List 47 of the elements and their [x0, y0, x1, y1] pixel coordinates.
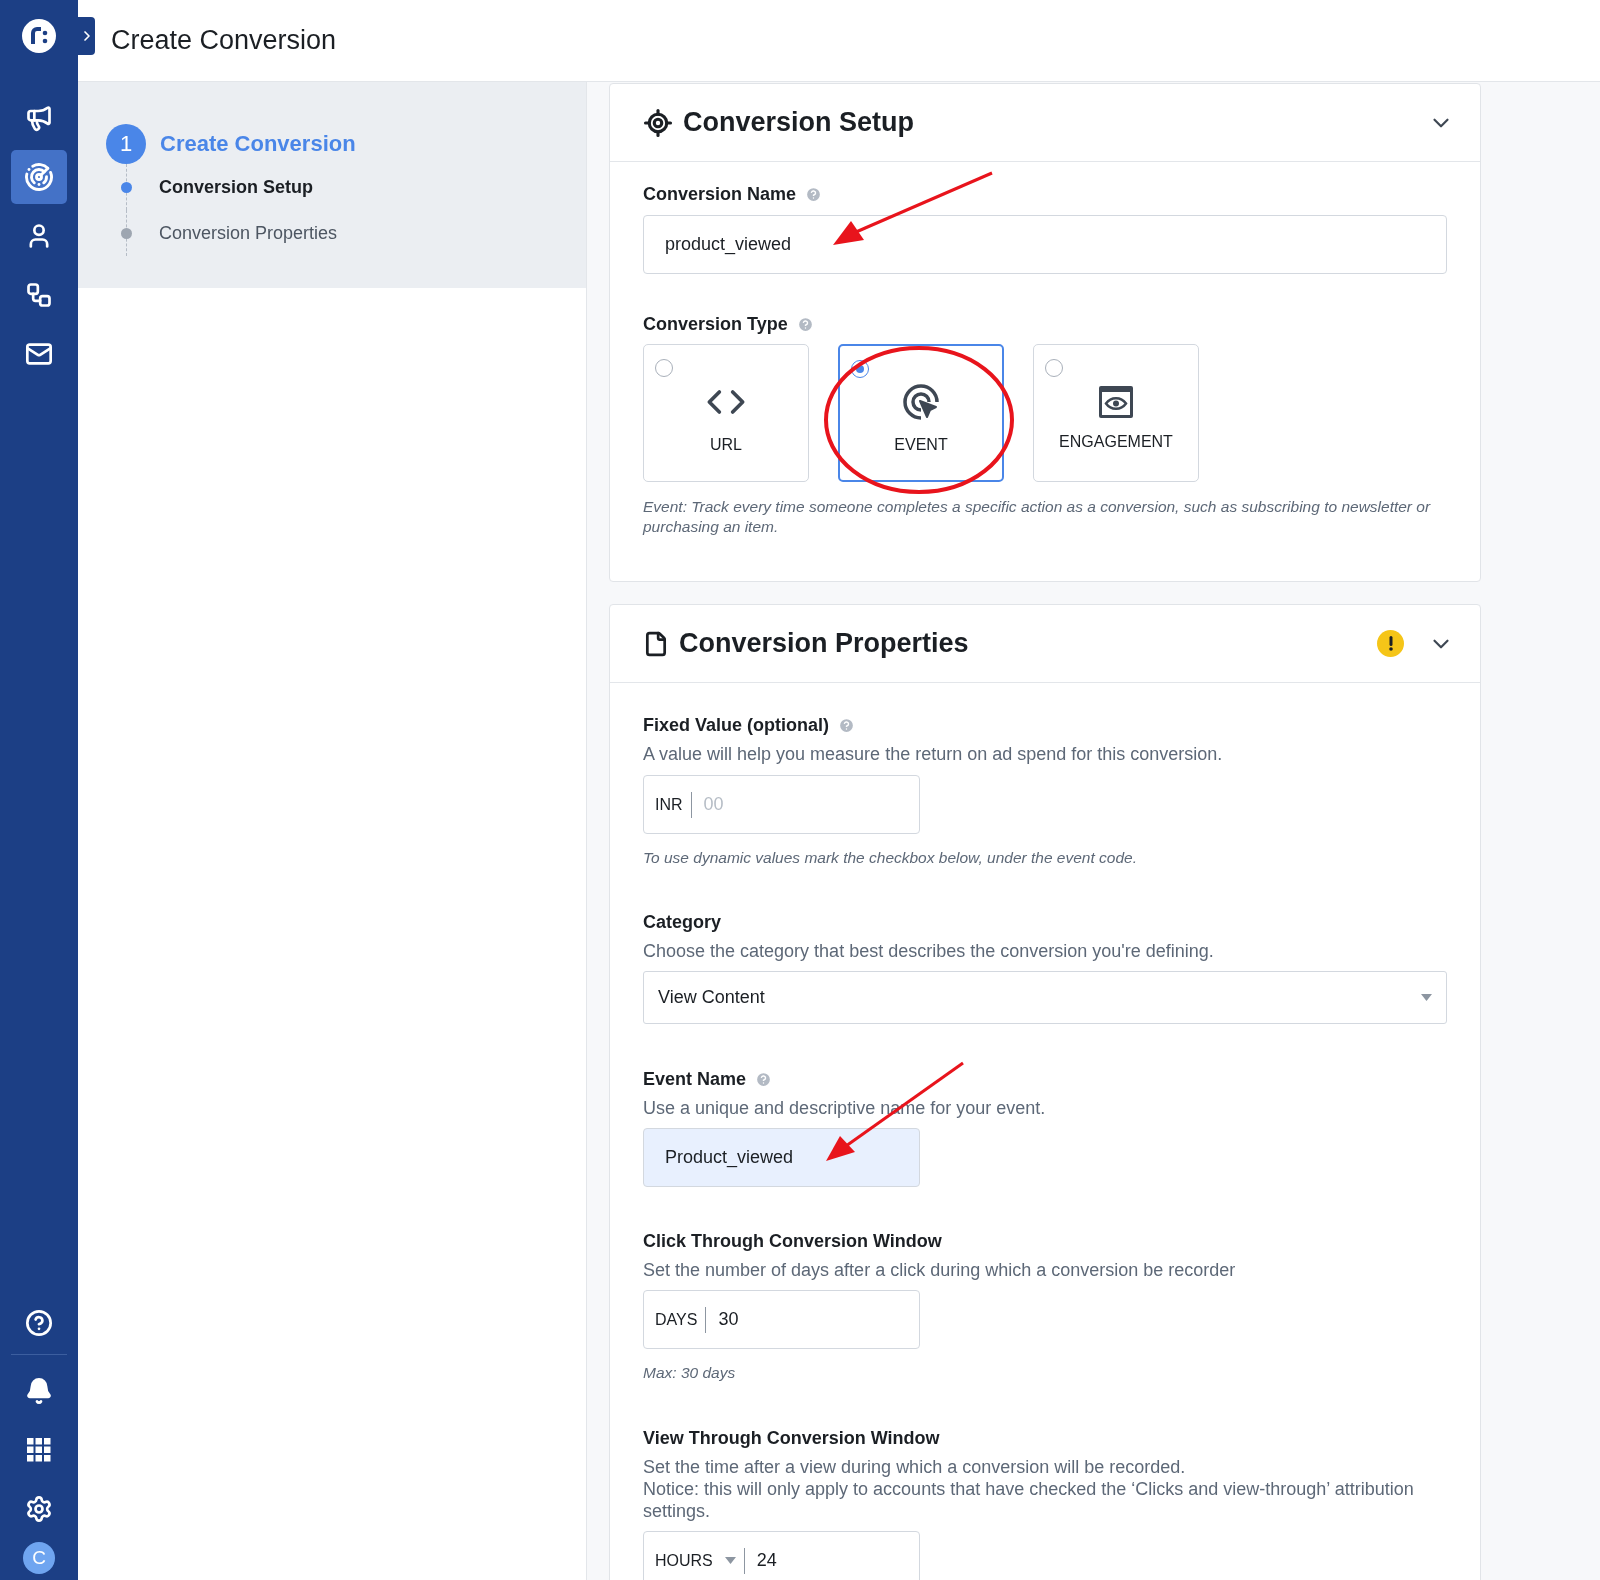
- unit-dropdown[interactable]: HOURS: [655, 1547, 745, 1574]
- radar-icon: [24, 162, 54, 192]
- mail-icon: [25, 340, 53, 368]
- field-label: Click Through Conversion Window: [643, 1231, 942, 1252]
- category-select[interactable]: View Content: [643, 971, 1447, 1024]
- card-title: Conversion Setup: [683, 107, 916, 138]
- conversion-type-option[interactable]: EVENT: [838, 344, 1004, 482]
- cursor-click-icon: [901, 382, 941, 422]
- page-title: Create Conversion: [111, 25, 337, 56]
- step-title: Create Conversion: [160, 131, 356, 157]
- currency-label: INR: [655, 791, 692, 818]
- caret-icon: [724, 1557, 736, 1564]
- type-description: Event: Track every time someone completes a specific action as a conversion, such as subscribing to newsletter or purchasing an item.: [643, 497, 1432, 537]
- unit-label: DAYS: [655, 1306, 707, 1333]
- card-title: Conversion Properties: [679, 628, 970, 659]
- field-label: View Through Conversion Window: [643, 1428, 940, 1449]
- radar-nav-button[interactable]: [11, 150, 67, 204]
- substep-link[interactable]: Conversion Setup: [159, 176, 314, 198]
- field-description: Set the number of days after a click during which a conversion be recorder: [643, 1259, 1237, 1281]
- field-label: Fixed Value (optional): [643, 715, 830, 736]
- field-label: Conversion Type: [643, 314, 788, 335]
- conversion-type-option[interactable]: URL: [643, 344, 809, 482]
- document-icon: [643, 630, 669, 657]
- caret-icon: [1421, 994, 1432, 1001]
- window-eye-icon: [1098, 385, 1134, 419]
- field-description: Choose the category that best describes the conversion you're defining.: [643, 940, 1215, 962]
- flow-icon: [25, 281, 53, 309]
- logo-icon[interactable]: [20, 17, 58, 55]
- event-name-input[interactable]: Product_viewed: [643, 1128, 920, 1187]
- field-label: Category: [643, 912, 722, 933]
- substep-link[interactable]: Conversion Properties: [159, 222, 338, 244]
- field-note: To use dynamic values mark the checkbox below, under the event code.: [643, 848, 1138, 868]
- apps-grid-icon: [27, 1438, 51, 1462]
- megaphone-icon: [25, 104, 53, 132]
- expand-sidebar-button[interactable]: [78, 17, 95, 55]
- field-label: Event Name: [643, 1069, 747, 1090]
- settings-icon: [25, 1495, 53, 1523]
- field-label: Conversion Name: [643, 184, 797, 205]
- field-description: A value will help you measure the return on ad spend for this conversion.: [643, 743, 1224, 765]
- crosshair-icon: [643, 107, 673, 138]
- conversion-name-input[interactable]: product_viewed: [643, 215, 1447, 274]
- bell-icon: [25, 1377, 53, 1405]
- conversion-type-option[interactable]: ENGAGEMENT: [1033, 344, 1199, 482]
- field-description: Set the time after a view during which a conversion will be recorded. Notice: this will only apply to accounts that have checked the ‘Clicks and view-through’ attribution settings.: [643, 1456, 1415, 1522]
- field-note: Max: 30 days: [643, 1363, 737, 1383]
- help-icon: [25, 1309, 53, 1337]
- step-number: 1: [106, 124, 146, 164]
